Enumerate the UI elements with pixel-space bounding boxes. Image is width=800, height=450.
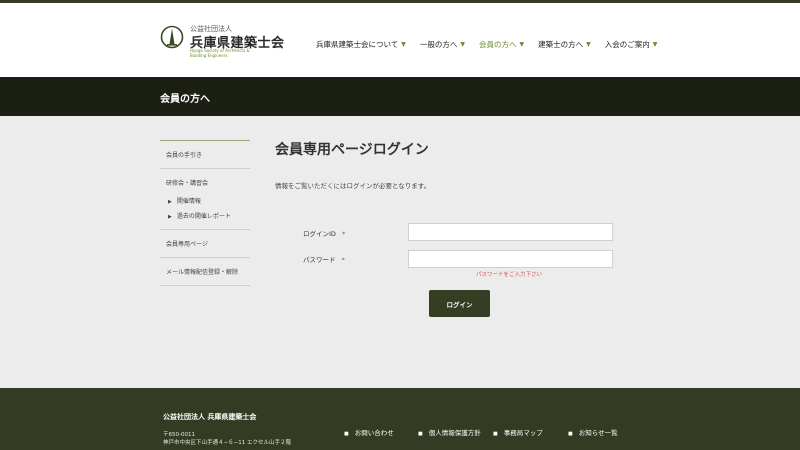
password-label-text: パスワード xyxy=(303,256,336,264)
nav-item-label: 兵庫県建築士会について xyxy=(316,39,399,49)
bullet-icon: ■ xyxy=(568,431,573,437)
bullet-icon: ■ xyxy=(344,431,349,437)
sidebar-subitem-label: 過去の開催レポート xyxy=(176,213,231,220)
sidebar-item-seminars[interactable]: 研修会・講習会 xyxy=(160,178,250,187)
caret-down-icon: ▼ xyxy=(401,40,406,48)
login-description: 情報をご覧いただくにはログインが必要となります。 xyxy=(275,182,431,190)
sidebar-item-guide[interactable]: 会員の手引き xyxy=(160,150,250,159)
sidebar-subitem-label: 開催情報 xyxy=(176,198,201,205)
chevron-right-icon: ▶ xyxy=(168,199,172,205)
logo-tower-icon xyxy=(160,25,184,49)
chevron-right-icon: ▶ xyxy=(168,214,172,220)
site-footer: 公益社団法人 兵庫県建築士会 〒650-0011 神戸市中央区下山手通４−６−1… xyxy=(0,388,800,450)
nav-item-label: 建築士の方へ xyxy=(538,39,584,49)
footer-org-name: 公益社団法人 兵庫県建築士会 xyxy=(163,413,257,421)
footer-link-label: お知らせ一覧 xyxy=(578,429,618,437)
footer-zip-code: 〒650-0011 xyxy=(163,432,195,438)
nav-item-architects[interactable]: 建築士の方へ ▼ xyxy=(538,37,591,51)
sidebar-divider xyxy=(160,140,250,141)
required-mark: * xyxy=(341,256,345,264)
password-input[interactable] xyxy=(408,250,613,268)
password-label: パスワード * xyxy=(303,254,345,264)
footer-link-label: 事務局マップ xyxy=(503,429,543,437)
bullet-icon: ■ xyxy=(418,431,423,437)
login-id-input[interactable] xyxy=(408,223,613,241)
site-header: 公益社団法人 兵庫県建築士会 Hyogo Society of Architec… xyxy=(0,3,800,77)
caret-down-icon: ▼ xyxy=(460,40,466,48)
site-logo[interactable]: 公益社団法人 兵庫県建築士会 Hyogo Society of Architec… xyxy=(160,23,284,63)
sidebar-subitem-schedule[interactable]: ▶ 開催情報 xyxy=(160,196,250,205)
footer-link-label: 個人情報保護方針 xyxy=(428,429,481,437)
caret-down-icon: ▼ xyxy=(652,40,658,48)
logo-english-line2: Building Engineers xyxy=(190,53,228,58)
bullet-icon: ■ xyxy=(493,431,498,437)
footer-address: 神戸市中央区下山手通４−６−11 エクセル山手２階 xyxy=(163,440,291,446)
footer-link-privacy[interactable]: ■ 個人情報保護方針 xyxy=(418,427,481,437)
sidebar-divider xyxy=(160,168,250,169)
sidebar-item-mail-subscription[interactable]: メール情報配信登録・解除 xyxy=(160,267,250,276)
nav-item-label: 会員の方へ xyxy=(479,39,517,49)
footer-link-contact[interactable]: ■ お問い合わせ xyxy=(344,427,394,437)
nav-item-general[interactable]: 一般の方へ ▼ xyxy=(420,37,465,51)
caret-down-icon: ▼ xyxy=(519,40,525,48)
footer-link-news[interactable]: ■ お知らせ一覧 xyxy=(568,427,618,437)
nav-item-label: 入会のご案内 xyxy=(604,39,650,49)
login-page-title: 会員専用ページログイン xyxy=(275,142,429,158)
page-title-bar: 会員の方へ xyxy=(0,77,800,116)
nav-item-label: 一般の方へ xyxy=(419,39,458,49)
sidebar-item-members-page[interactable]: 会員専用ページ xyxy=(160,239,250,248)
nav-item-about[interactable]: 兵庫県建築士会について ▼ xyxy=(316,37,406,51)
sidebar: 会員の手引き 研修会・講習会 ▶ 開催情報 ▶ 過去の開催レポート 会員専用ページ … xyxy=(160,140,250,286)
sidebar-divider xyxy=(160,285,250,286)
login-id-label-text: ログインID xyxy=(303,230,336,238)
page-section-title: 会員の方へ xyxy=(160,94,210,105)
required-mark: * xyxy=(341,230,346,238)
login-button[interactable]: ログイン xyxy=(429,290,490,317)
nav-item-join[interactable]: 入会のご案内 ▼ xyxy=(605,37,658,51)
sidebar-divider xyxy=(160,257,250,258)
sidebar-subitem-reports[interactable]: ▶ 過去の開催レポート xyxy=(160,211,250,220)
footer-link-map[interactable]: ■ 事務局マップ xyxy=(493,427,543,437)
footer-link-label: お問い合わせ xyxy=(354,429,394,437)
global-nav: 兵庫県建築士会について ▼ 一般の方へ ▼ 会員の方へ ▼ 建築士の方へ ▼ 入会のご案… xyxy=(316,37,657,51)
password-error-message: パスワードをご入力下さい xyxy=(476,272,543,278)
login-id-label: ログインID * xyxy=(303,228,345,238)
sidebar-divider xyxy=(160,229,250,230)
nav-item-members[interactable]: 会員の方へ ▼ xyxy=(479,37,524,51)
caret-down-icon: ▼ xyxy=(586,40,591,48)
